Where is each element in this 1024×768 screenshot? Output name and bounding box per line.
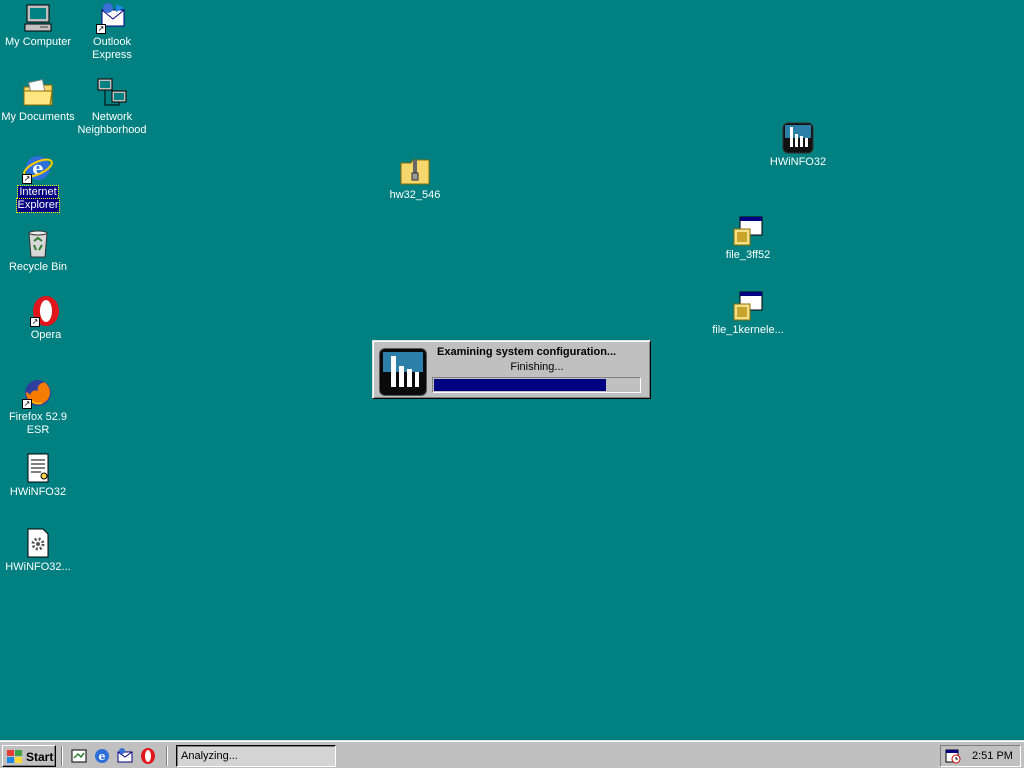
outlook-express-icon: ↗ xyxy=(96,2,128,34)
text-document-icon xyxy=(22,452,54,484)
desktop-icon-file-3ff52[interactable]: file_3ff52 xyxy=(710,215,786,262)
desktop-icon-label: Outlook xyxy=(93,36,131,48)
svg-text:e: e xyxy=(99,750,106,763)
progress-bar xyxy=(432,377,641,393)
zip-folder-icon xyxy=(399,155,431,187)
desktop-icon-hwinfo32-app[interactable]: HWiNFO32 xyxy=(760,122,836,169)
start-label: Start xyxy=(26,750,54,764)
taskbar-separator xyxy=(61,746,63,766)
dialog-title: Examining system configuration... xyxy=(437,346,617,358)
desktop-icon-internet-explorer[interactable]: e ↗ Internet Explorer xyxy=(0,152,76,213)
desktop-icon-label: Opera xyxy=(30,329,62,341)
clock[interactable]: 2:51 PM xyxy=(972,750,1013,762)
show-desktop-icon[interactable] xyxy=(70,747,88,765)
installer-icon xyxy=(732,290,764,322)
desktop-icon-label: file_1kernele... xyxy=(712,324,784,336)
dialog-status: Finishing... xyxy=(510,361,564,373)
desktop-icon-label: HWiNFO32 xyxy=(9,486,67,498)
desktop-icon-label: Express xyxy=(92,49,132,61)
desktop-icon-firefox[interactable]: ↗ Firefox 52.9 ESR xyxy=(0,377,76,437)
desktop-icon-my-documents[interactable]: My Documents xyxy=(0,77,76,124)
desktop-icon-my-computer[interactable]: My Computer xyxy=(0,2,76,49)
desktop-icon-label: Explorer xyxy=(15,198,61,213)
desktop-icon-label: HWiNFO32 xyxy=(769,156,827,168)
desktop-icon-label: Network xyxy=(91,111,133,123)
recycle-bin-icon xyxy=(22,227,54,259)
progress-fill xyxy=(434,379,606,391)
system-tray: 2:51 PM xyxy=(940,745,1021,767)
progress-dialog: Examining system configuration... Finish… xyxy=(372,340,651,399)
desktop-icon-hwinfo32-txt[interactable]: HWiNFO32 xyxy=(0,452,76,499)
hwinfo-logo-icon xyxy=(379,348,427,396)
desktop-icon-label: Neighborhood xyxy=(77,124,147,136)
taskbar-button-analyzing[interactable]: Analyzing... xyxy=(176,745,336,767)
firefox-icon: ↗ xyxy=(22,377,54,409)
internet-explorer-icon[interactable]: e xyxy=(93,747,111,765)
network-icon xyxy=(96,77,128,109)
task-label: Analyzing... xyxy=(181,750,238,762)
desktop-icon-recycle-bin[interactable]: Recycle Bin xyxy=(0,227,76,274)
desktop-icon-hwinfo32-cfg[interactable]: HWiNFO32... xyxy=(0,527,76,574)
desktop-icon-hw32-546[interactable]: hw32_546 xyxy=(377,155,453,202)
start-button[interactable]: Start xyxy=(2,745,56,767)
scheduler-tray-icon[interactable] xyxy=(945,748,961,764)
desktop-icon-label: ESR xyxy=(26,424,50,436)
taskbar-separator xyxy=(166,746,168,766)
desktop-icon-label: Internet xyxy=(17,185,59,200)
computer-icon xyxy=(22,2,54,34)
opera-icon[interactable] xyxy=(139,747,157,765)
desktop-icon-label: Firefox 52.9 xyxy=(8,411,68,423)
settings-file-icon xyxy=(22,527,54,559)
desktop-icon-opera[interactable]: ↗ Opera xyxy=(8,295,84,342)
opera-icon: ↗ xyxy=(30,295,62,327)
desktop-icon-label: My Computer xyxy=(4,36,72,48)
desktop-icon-file-1kernele[interactable]: file_1kernele... xyxy=(704,290,792,337)
desktop-icon-outlook-express[interactable]: ↗ Outlook Express xyxy=(74,2,150,62)
desktop-icon-label: hw32_546 xyxy=(389,189,441,201)
folder-documents-icon xyxy=(22,77,54,109)
internet-explorer-icon: e ↗ xyxy=(22,152,54,184)
hwinfo-app-icon xyxy=(782,122,814,154)
outlook-express-icon[interactable] xyxy=(116,747,134,765)
desktop-icon-network-neighborhood[interactable]: Network Neighborhood xyxy=(74,77,150,137)
taskbar: Start e Analyzing... 2:51 PM xyxy=(0,740,1024,768)
installer-icon xyxy=(732,215,764,247)
windows-logo-icon xyxy=(7,750,23,763)
desktop-icon-label: Recycle Bin xyxy=(8,261,68,273)
desktop-icon-label: file_3ff52 xyxy=(725,249,771,261)
desktop-icon-label: My Documents xyxy=(1,111,75,123)
desktop-icon-label: HWiNFO32... xyxy=(5,561,71,573)
